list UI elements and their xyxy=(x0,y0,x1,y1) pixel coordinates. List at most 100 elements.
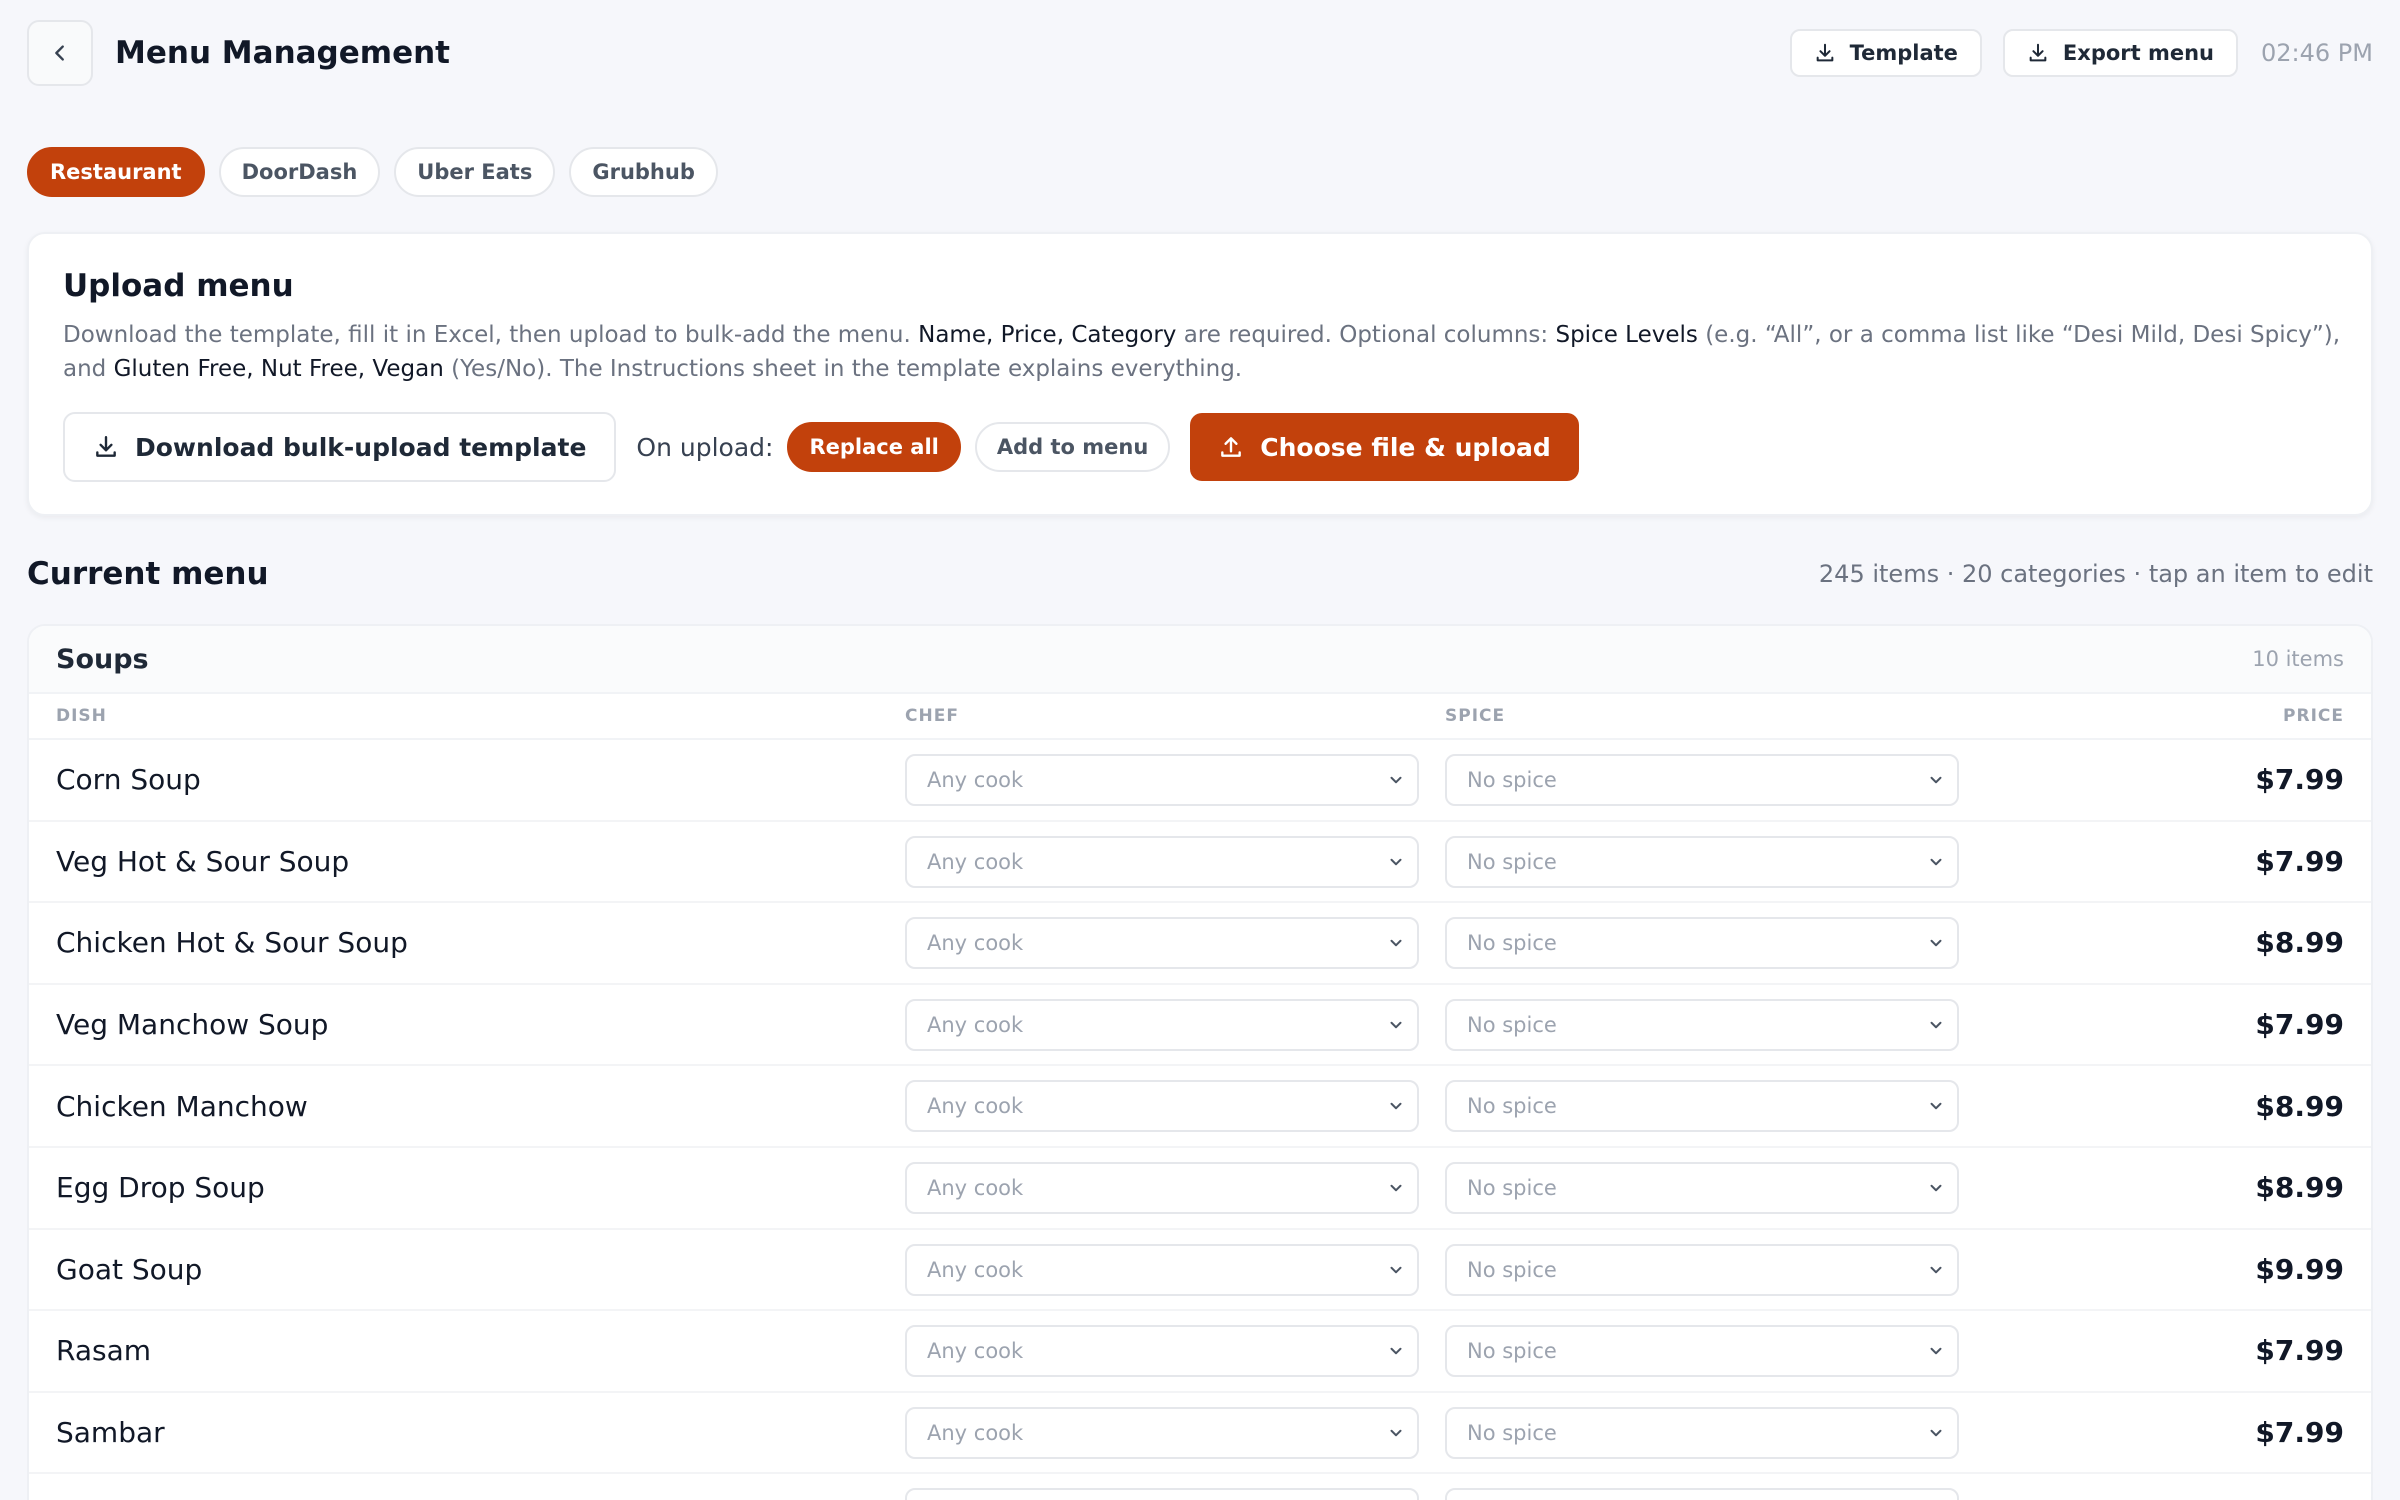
export-menu-button-label: Export menu xyxy=(2062,41,2215,65)
chevron-down-icon xyxy=(1930,1184,1942,1192)
table-row[interactable]: Corn Soup Any cook No spice $7.99 xyxy=(29,740,2371,822)
chef-select[interactable]: Any cook xyxy=(905,754,1419,806)
chevron-down-icon xyxy=(1930,1266,1942,1273)
choose-file-upload-label: Choose file & upload xyxy=(1260,432,1551,462)
chef-select-value: Any cook xyxy=(927,1257,1024,1282)
page-title: Menu Management xyxy=(115,35,450,71)
chef-select-value: Any cook xyxy=(927,1094,1024,1119)
table-row[interactable] xyxy=(29,1474,2371,1500)
spice-select-value: No spice xyxy=(1467,931,1557,956)
table-row[interactable]: Veg Manchow Soup Any cook No spice $7.99 xyxy=(29,985,2371,1067)
spice-select[interactable]: No spice xyxy=(1445,998,1959,1051)
chevron-down-icon xyxy=(1390,858,1402,865)
chevron-down-icon xyxy=(1390,776,1402,784)
chef-select-value: Any cook xyxy=(927,1339,1024,1364)
category-header[interactable]: Soups 10 items xyxy=(29,626,2371,694)
chef-select[interactable]: Any cook xyxy=(905,835,1419,888)
chevron-down-icon xyxy=(1930,939,1942,947)
chef-select[interactable] xyxy=(905,1488,1419,1500)
table-row[interactable]: Egg Drop Soup Any cook No spice $8.99 xyxy=(29,1148,2371,1230)
table-row[interactable]: Chicken Manchow Any cook No spice $8.99 xyxy=(29,1066,2371,1148)
category-name: Soups xyxy=(56,643,149,675)
template-button[interactable]: Template xyxy=(1789,29,1982,77)
desc-flag-columns: Gluten Free, Nut Free, Vegan xyxy=(113,356,444,382)
chevron-down-icon xyxy=(1390,1103,1402,1110)
spice-select-value: No spice xyxy=(1467,1420,1557,1445)
chef-select[interactable]: Any cook xyxy=(905,917,1419,970)
chevron-down-icon xyxy=(1390,1429,1402,1436)
channel-tabs: Restaurant DoorDash Uber Eats Grubhub xyxy=(27,147,718,197)
export-menu-button[interactable]: Export menu xyxy=(2002,29,2239,77)
upload-menu-title: Upload menu xyxy=(63,268,294,304)
spice-select-value: No spice xyxy=(1467,768,1557,792)
category-item-count: 10 items xyxy=(2252,647,2344,671)
back-button[interactable] xyxy=(27,20,93,86)
table-row[interactable]: Veg Hot & Sour Soup Any cook No spice $7.99 xyxy=(29,822,2371,904)
spice-select[interactable]: No spice xyxy=(1445,917,1959,970)
spice-select[interactable]: No spice xyxy=(1445,1325,1959,1378)
spice-select[interactable]: No spice xyxy=(1445,754,1959,806)
table-row[interactable]: Goat Soup Any cook No spice $9.99 xyxy=(29,1230,2371,1312)
dish-name: Chicken Hot & Sour Soup xyxy=(56,926,408,960)
table-row[interactable]: Chicken Hot & Sour Soup Any cook No spice $… xyxy=(29,903,2371,985)
dish-price: $8.99 xyxy=(2255,926,2344,960)
dish-name: Rasam xyxy=(56,1334,152,1368)
chef-select-value: Any cook xyxy=(927,1012,1024,1037)
upload-menu-card: Upload menu Download the template, fill … xyxy=(27,232,2373,516)
dish-price: $7.99 xyxy=(2255,763,2344,797)
add-to-menu-toggle[interactable]: Add to menu xyxy=(974,422,1171,472)
chef-select-value: Any cook xyxy=(927,1175,1024,1200)
clock: 02:46 PM xyxy=(2261,39,2373,67)
current-menu-title: Current menu xyxy=(27,556,269,592)
dish-price: $9.99 xyxy=(2255,1252,2344,1286)
tab-uber-eats[interactable]: Uber Eats xyxy=(394,147,556,197)
spice-select-value: No spice xyxy=(1467,1012,1557,1037)
chevron-down-icon xyxy=(1390,1021,1402,1029)
spice-select[interactable]: No spice xyxy=(1445,1243,1959,1296)
column-header-spice: SPICE xyxy=(1445,706,1506,726)
chef-select-value: Any cook xyxy=(927,1420,1024,1445)
desc-text: (Yes/No). The Instructions sheet in the … xyxy=(443,356,1243,382)
template-button-label: Template xyxy=(1849,41,1958,65)
chevron-down-icon xyxy=(1930,1021,1942,1029)
spice-select[interactable] xyxy=(1445,1488,1959,1500)
chef-select[interactable]: Any cook xyxy=(905,1161,1419,1214)
download-template-button[interactable]: Download bulk-upload template xyxy=(63,412,617,482)
upload-menu-description: Download the template, fill it in Excel,… xyxy=(63,318,2353,386)
upload-icon xyxy=(1221,437,1242,457)
download-icon xyxy=(96,436,116,457)
download-icon xyxy=(1816,43,1833,62)
spice-select[interactable]: No spice xyxy=(1445,1080,1959,1133)
chevron-left-icon xyxy=(55,45,64,61)
download-icon xyxy=(2029,43,2047,62)
chef-select[interactable]: Any cook xyxy=(905,1080,1419,1133)
column-header-dish: DISH xyxy=(56,706,107,726)
choose-file-upload-button[interactable]: Choose file & upload xyxy=(1190,413,1579,481)
chef-select[interactable]: Any cook xyxy=(905,1243,1419,1296)
spice-select[interactable]: No spice xyxy=(1445,835,1959,888)
chef-select[interactable]: Any cook xyxy=(905,1325,1419,1378)
column-header-price: PRICE xyxy=(2283,706,2344,726)
dish-name: Egg Drop Soup xyxy=(56,1171,265,1205)
table-row[interactable]: Rasam Any cook No spice $7.99 xyxy=(29,1311,2371,1393)
spice-select[interactable]: No spice xyxy=(1445,1161,1959,1214)
tab-grubhub[interactable]: Grubhub xyxy=(569,147,718,197)
chef-select-value: Any cook xyxy=(927,768,1024,792)
tab-restaurant[interactable]: Restaurant xyxy=(27,147,205,197)
dish-price: $7.99 xyxy=(2255,844,2344,878)
spice-select-value: No spice xyxy=(1467,1339,1557,1364)
spice-select[interactable]: No spice xyxy=(1445,1406,1959,1459)
desc-text: Download the template, fill it in Excel,… xyxy=(63,322,919,348)
tab-doordash[interactable]: DoorDash xyxy=(218,147,381,197)
table-row[interactable]: Sambar Any cook No spice $7.99 xyxy=(29,1393,2371,1475)
replace-all-toggle[interactable]: Replace all xyxy=(787,422,961,472)
chevron-down-icon xyxy=(1390,1184,1402,1192)
chevron-down-icon xyxy=(1930,776,1942,784)
dish-name: Veg Hot & Sour Soup xyxy=(56,844,350,878)
desc-spice-column: Spice Levels xyxy=(1555,322,1698,348)
download-template-label: Download bulk-upload template xyxy=(135,432,587,462)
chevron-down-icon xyxy=(1930,1103,1942,1110)
chevron-down-icon xyxy=(1930,858,1942,865)
chef-select[interactable]: Any cook xyxy=(905,1406,1419,1459)
chef-select[interactable]: Any cook xyxy=(905,998,1419,1051)
